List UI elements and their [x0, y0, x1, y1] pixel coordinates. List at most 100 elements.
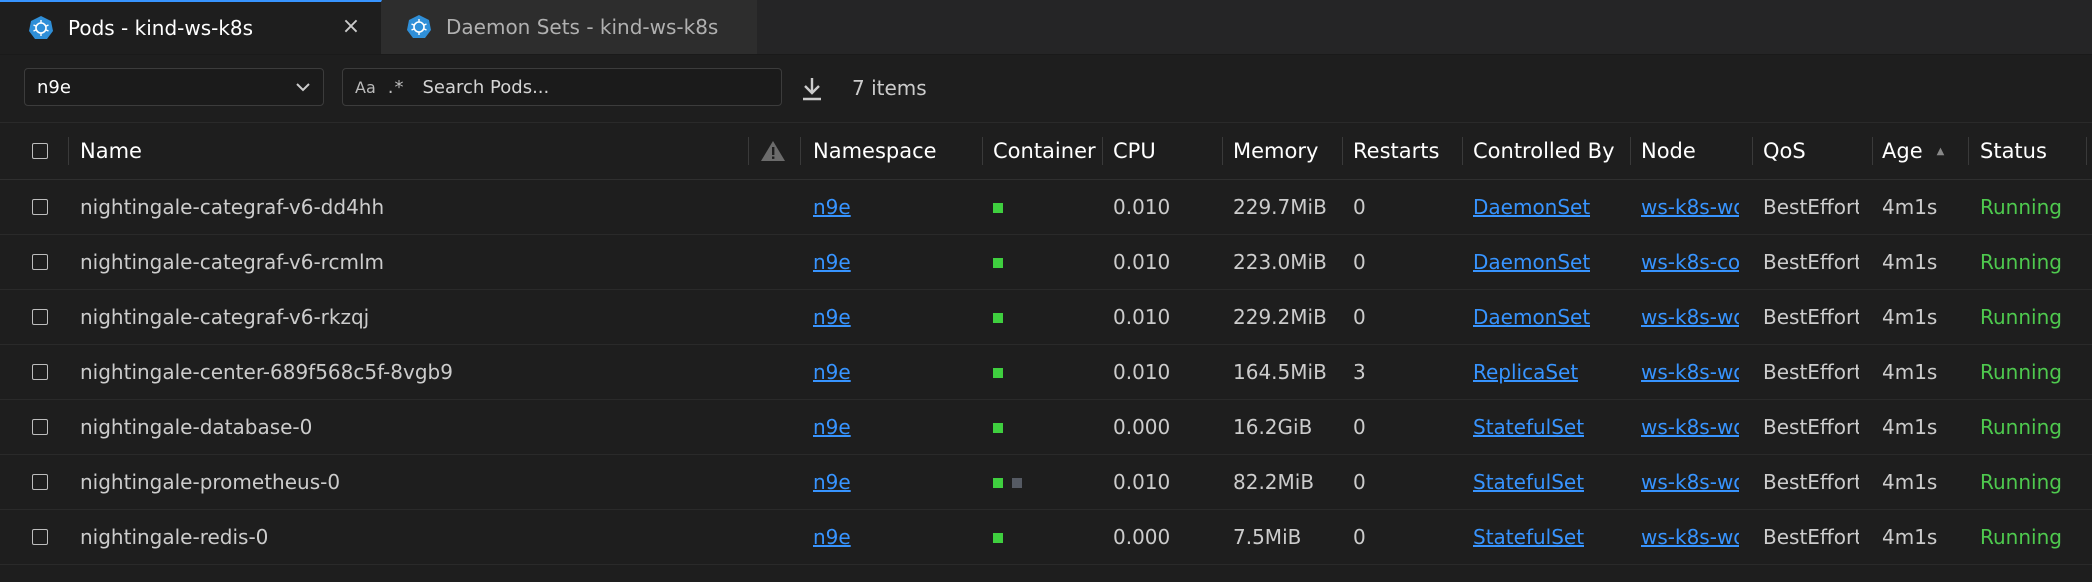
match-case-toggle[interactable]: Aa [355, 78, 376, 97]
column-separator[interactable] [800, 137, 801, 165]
pods-view: Pods - kind-ws-k8s × Daemon Sets - kind-… [0, 0, 2092, 582]
namespace-link[interactable]: n9e [813, 400, 851, 454]
controlled-by-link[interactable]: StatefulSet [1473, 400, 1584, 454]
node-link[interactable]: ws-k8s-wo [1641, 290, 1739, 344]
status-value: Running [1980, 525, 2062, 549]
column-separator[interactable] [1102, 137, 1103, 165]
column-header-namespace[interactable]: Namespace [813, 123, 937, 179]
controlled-by-link[interactable]: StatefulSet [1473, 510, 1584, 564]
column-separator[interactable] [748, 137, 749, 165]
controlled-by-link[interactable]: DaemonSet [1473, 180, 1590, 234]
namespace-link[interactable]: n9e [813, 235, 851, 289]
cpu-value: 0.010 [1113, 470, 1171, 494]
column-separator[interactable] [1462, 137, 1463, 165]
row-checkbox[interactable] [32, 254, 48, 270]
row-checkbox[interactable] [32, 529, 48, 545]
row-checkbox[interactable] [32, 199, 48, 215]
regex-toggle[interactable]: .* [388, 77, 405, 98]
namespace-select[interactable]: n9e [24, 68, 324, 106]
node-link[interactable]: ws-k8s-wo [1641, 455, 1739, 509]
qos-value: BestEffort [1763, 195, 1859, 219]
row-checkbox[interactable] [32, 474, 48, 490]
pod-name[interactable]: nightingale-categraf-v6-rcmlm [80, 235, 740, 289]
column-separator[interactable] [982, 137, 983, 165]
column-separator[interactable] [1630, 137, 1631, 165]
tab-daemon-sets[interactable]: Daemon Sets - kind-ws-k8s [382, 0, 758, 54]
status-value: Running [1980, 250, 2062, 274]
container-status-indicator[interactable] [993, 478, 1003, 488]
container-status-indicator[interactable] [993, 368, 1003, 378]
column-header-node[interactable]: Node [1641, 123, 1696, 179]
controlled-by-link[interactable]: ReplicaSet [1473, 345, 1578, 399]
column-header-qos[interactable]: QoS [1763, 123, 1806, 179]
column-separator[interactable] [1872, 137, 1873, 165]
table-row[interactable]: nightingale-database-0 n9e 0.000 16.2GiB… [0, 400, 2092, 455]
kubernetes-icon [407, 15, 431, 38]
row-checkbox[interactable] [32, 364, 48, 380]
memory-value: 7.5MiB [1233, 525, 1302, 549]
row-checkbox[interactable] [32, 419, 48, 435]
column-header-name[interactable]: Name [80, 123, 142, 179]
age-value: 4m1s [1882, 525, 1938, 549]
close-icon[interactable]: × [341, 16, 361, 38]
namespace-link[interactable]: n9e [813, 180, 851, 234]
pod-name[interactable]: nightingale-categraf-v6-dd4hh [80, 180, 740, 234]
status-value: Running [1980, 195, 2062, 219]
node-link[interactable]: ws-k8s-co [1641, 235, 1739, 289]
qos-value: BestEffort [1763, 360, 1859, 384]
items-count: 7 items [852, 76, 927, 100]
node-link[interactable]: ws-k8s-wo [1641, 510, 1739, 564]
column-separator[interactable] [68, 137, 69, 165]
pod-name[interactable]: nightingale-database-0 [80, 400, 740, 454]
column-header-restarts[interactable]: Restarts [1353, 123, 1439, 179]
controlled-by-link[interactable]: DaemonSet [1473, 290, 1590, 344]
node-link[interactable]: ws-k8s-wo [1641, 400, 1739, 454]
select-all-checkbox[interactable] [32, 143, 48, 159]
container-status-indicator[interactable] [993, 423, 1003, 433]
column-separator[interactable] [1968, 137, 1969, 165]
column-header-cpu[interactable]: CPU [1113, 123, 1156, 179]
table-row[interactable]: nightingale-center-689f568c5f-8vgb9 n9e … [0, 345, 2092, 400]
node-link[interactable]: ws-k8s-wo [1641, 180, 1739, 234]
warning-icon[interactable] [760, 139, 786, 163]
column-header-memory[interactable]: Memory [1233, 123, 1318, 179]
age-value: 4m1s [1882, 360, 1938, 384]
tab-label: Daemon Sets - kind-ws-k8s [446, 15, 719, 39]
table-row[interactable]: nightingale-categraf-v6-rkzqj n9e 0.010 … [0, 290, 2092, 345]
pod-name[interactable]: nightingale-categraf-v6-rkzqj [80, 290, 740, 344]
controlled-by-link[interactable]: DaemonSet [1473, 235, 1590, 289]
controlled-by-link[interactable]: StatefulSet [1473, 455, 1584, 509]
age-value: 4m1s [1882, 250, 1938, 274]
column-separator[interactable] [2086, 137, 2087, 165]
table-row[interactable]: nightingale-redis-0 n9e 0.000 7.5MiB 0 S… [0, 510, 2092, 565]
column-header-container[interactable]: Container [993, 123, 1096, 179]
container-status-indicator[interactable] [993, 533, 1003, 543]
table-row[interactable]: nightingale-categraf-v6-rcmlm n9e 0.010 … [0, 235, 2092, 290]
pod-name[interactable]: nightingale-prometheus-0 [80, 455, 740, 509]
row-checkbox[interactable] [32, 309, 48, 325]
column-header-controlled-by[interactable]: Controlled By [1473, 123, 1615, 179]
table-row[interactable]: nightingale-categraf-v6-dd4hh n9e 0.010 … [0, 180, 2092, 235]
column-separator[interactable] [1752, 137, 1753, 165]
column-header-status[interactable]: Status [1980, 123, 2047, 179]
container-status-indicator[interactable] [993, 258, 1003, 268]
table-row[interactable]: nightingale-prometheus-0 n9e 0.010 82.2M… [0, 455, 2092, 510]
namespace-link[interactable]: n9e [813, 455, 851, 509]
tab-pods[interactable]: Pods - kind-ws-k8s × [0, 0, 382, 54]
pod-name[interactable]: nightingale-center-689f568c5f-8vgb9 [80, 345, 740, 399]
download-icon[interactable] [800, 76, 824, 102]
namespace-link[interactable]: n9e [813, 345, 851, 399]
node-link[interactable]: ws-k8s-wo [1641, 345, 1739, 399]
namespace-link[interactable]: n9e [813, 510, 851, 564]
column-header-age[interactable]: Age ▲ [1882, 123, 1944, 179]
container-status-indicator[interactable] [993, 203, 1003, 213]
column-separator[interactable] [1342, 137, 1343, 165]
column-separator[interactable] [1222, 137, 1223, 165]
cpu-value: 0.010 [1113, 360, 1171, 384]
pod-name[interactable]: nightingale-redis-0 [80, 510, 740, 564]
search-input[interactable] [420, 75, 725, 99]
container-status-indicator[interactable] [1012, 478, 1022, 488]
container-status-indicator[interactable] [993, 313, 1003, 323]
age-value: 4m1s [1882, 195, 1938, 219]
namespace-link[interactable]: n9e [813, 290, 851, 344]
